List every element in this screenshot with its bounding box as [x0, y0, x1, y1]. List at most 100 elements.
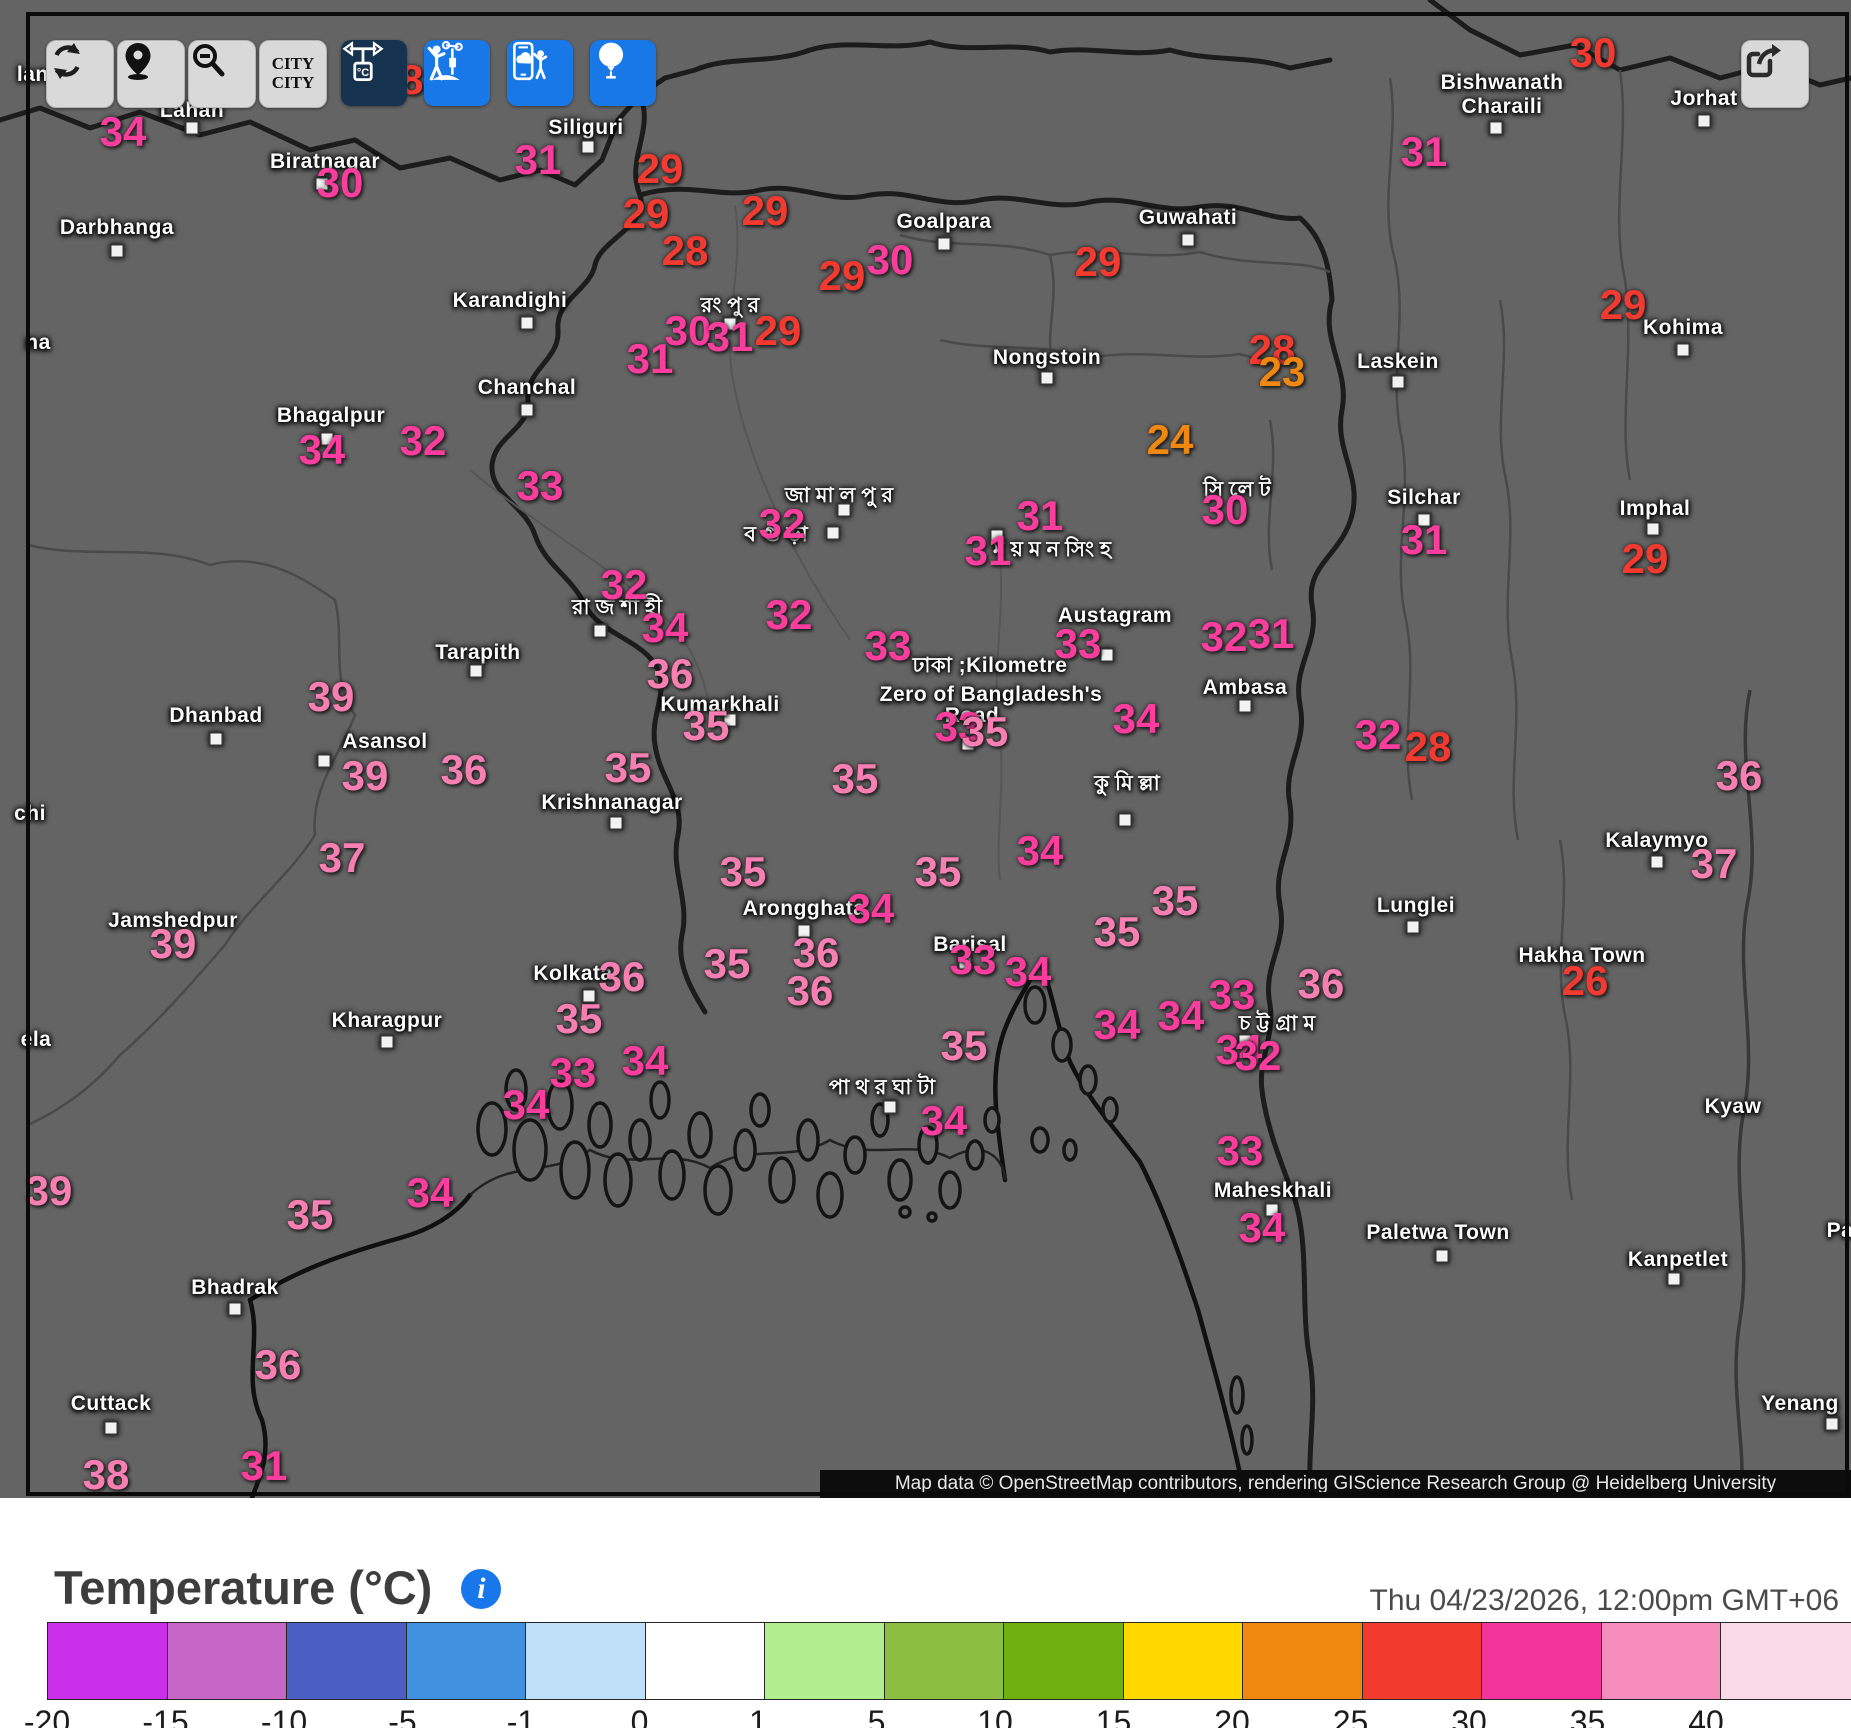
- station-values-button[interactable]: °C: [341, 40, 407, 106]
- scale-segment: [287, 1623, 407, 1699]
- scale-segment: [168, 1623, 288, 1699]
- temperature-value: 29: [819, 252, 866, 300]
- scale-tick-label: 20: [1214, 1704, 1250, 1728]
- temperature-value: 29: [755, 307, 802, 355]
- scale-segment: [1004, 1623, 1124, 1699]
- scale-segment: [1363, 1623, 1483, 1699]
- scale-tick-label: 10: [977, 1704, 1013, 1728]
- temperature-value: 34: [642, 604, 689, 652]
- city-label: Chanchal: [478, 376, 577, 400]
- city-label: Kohima: [1643, 316, 1723, 340]
- weather-map-app: langwaLahanBiratnagarDarbhangaSiliguriKa…: [0, 0, 1851, 1728]
- temperature-value: 31: [515, 136, 562, 184]
- city-label: Bishwanath Charaili: [1441, 71, 1564, 119]
- legend-title-text: Temperature: [54, 1561, 335, 1614]
- temperature-value: 37: [1691, 840, 1738, 888]
- temperature-value: 31: [241, 1442, 288, 1490]
- temperature-value: 31: [965, 527, 1012, 575]
- temperature-value: 30: [317, 159, 364, 207]
- scale-segment: [1721, 1623, 1851, 1699]
- city-label: Kyaw: [1705, 1095, 1762, 1119]
- temperature-value: 34: [1017, 827, 1064, 875]
- border-state: [1500, 300, 1518, 840]
- city-marker: [1406, 920, 1421, 935]
- city-label: chi: [14, 802, 46, 826]
- temperature-value: 34: [622, 1037, 669, 1085]
- radiosonde-button[interactable]: [590, 40, 656, 106]
- city-labels-toggle-button[interactable]: CITY CITY: [259, 40, 327, 108]
- border-state: [1560, 840, 1572, 1200]
- city-marker: [110, 244, 125, 259]
- temperature-value: 29: [637, 145, 684, 193]
- temperature-value: 35: [941, 1022, 988, 1070]
- temperature-value: 34: [1005, 948, 1052, 996]
- scale-segment: [526, 1623, 646, 1699]
- city-label: Dhanbad: [169, 704, 262, 728]
- scale-segment: [1124, 1623, 1244, 1699]
- scale-segment: [407, 1623, 527, 1699]
- city-marker: [1650, 855, 1665, 870]
- temperature-value: 33: [1209, 971, 1256, 1019]
- temperature-value: 34: [100, 108, 147, 156]
- city-marker: [469, 664, 484, 679]
- temperature-value: 35: [832, 755, 879, 803]
- temperature-value: 33: [550, 1049, 597, 1097]
- locate-button[interactable]: [117, 40, 185, 108]
- temperature-value: 30: [1570, 29, 1617, 77]
- city-label: Paletwa Town: [1366, 1221, 1509, 1245]
- city-label: na: [25, 331, 51, 355]
- city-marker: [1435, 1249, 1450, 1264]
- share-button[interactable]: [1741, 40, 1809, 108]
- temperature-value: 34: [1158, 992, 1205, 1040]
- temperature-value: 28: [662, 227, 709, 275]
- temperature-value: 29: [1075, 238, 1122, 286]
- city-label: Kanpetlet: [1628, 1248, 1728, 1272]
- border-state: [28, 545, 355, 1125]
- temperature-value: 38: [83, 1451, 130, 1498]
- temperature-value: 34: [503, 1081, 550, 1129]
- scale-tick-label: 5: [868, 1704, 886, 1728]
- temperature-value: 31: [1248, 610, 1295, 658]
- temperature-value: 32: [1355, 711, 1402, 759]
- temperature-value: 35: [287, 1191, 334, 1239]
- temperature-value: 35: [1152, 877, 1199, 925]
- city-marker: [937, 237, 952, 252]
- city-label: Bhagalpur: [277, 404, 385, 428]
- scale-segment: [1602, 1623, 1722, 1699]
- temperature-value: 31: [1401, 516, 1448, 564]
- temperature-value: 32: [766, 591, 813, 639]
- city-marker: [1238, 699, 1253, 714]
- timestamp: Thu 04/23/2026, 12:00pm GMT+06: [1370, 1584, 1839, 1618]
- city-marker: [185, 121, 200, 136]
- temperature-value: 33: [1217, 1127, 1264, 1175]
- scale-tick-label: -1: [507, 1704, 535, 1728]
- temperature-value: 30: [867, 236, 914, 284]
- city-marker: [104, 1421, 119, 1436]
- zoom-out-button[interactable]: [188, 40, 256, 108]
- temperature-value: 36: [599, 953, 646, 1001]
- observations-button[interactable]: [424, 40, 490, 106]
- temperature-value: 28: [1405, 723, 1452, 771]
- temperature-value: 34: [1094, 1001, 1141, 1049]
- temperature-scale-bar: [47, 1622, 1851, 1700]
- weather-station-icon: °C: [341, 40, 385, 84]
- observer-anemometer-icon: [424, 40, 466, 82]
- city-label: Darbhanga: [60, 216, 174, 240]
- city-toggle-label-off: CITY: [272, 74, 315, 93]
- webcam-reports-button[interactable]: [507, 40, 573, 106]
- temperature-value: 26: [1562, 957, 1609, 1005]
- city-marker: [1040, 371, 1055, 386]
- scale-tick-label: 15: [1096, 1704, 1132, 1728]
- city-marker: [1118, 813, 1133, 828]
- city-marker: [1489, 121, 1504, 136]
- city-marker: [609, 816, 624, 831]
- border-state: [940, 340, 1280, 366]
- city-marker: [1391, 375, 1406, 390]
- temperature-value: 36: [647, 650, 694, 698]
- refresh-button[interactable]: [46, 40, 114, 108]
- temperature-map[interactable]: langwaLahanBiratnagarDarbhangaSiliguriKa…: [0, 0, 1851, 1498]
- temperature-value: 36: [441, 746, 488, 794]
- info-icon[interactable]: i: [461, 1569, 501, 1609]
- weather-balloon-icon: [590, 40, 632, 82]
- city-label: Maheskhali: [1214, 1179, 1332, 1203]
